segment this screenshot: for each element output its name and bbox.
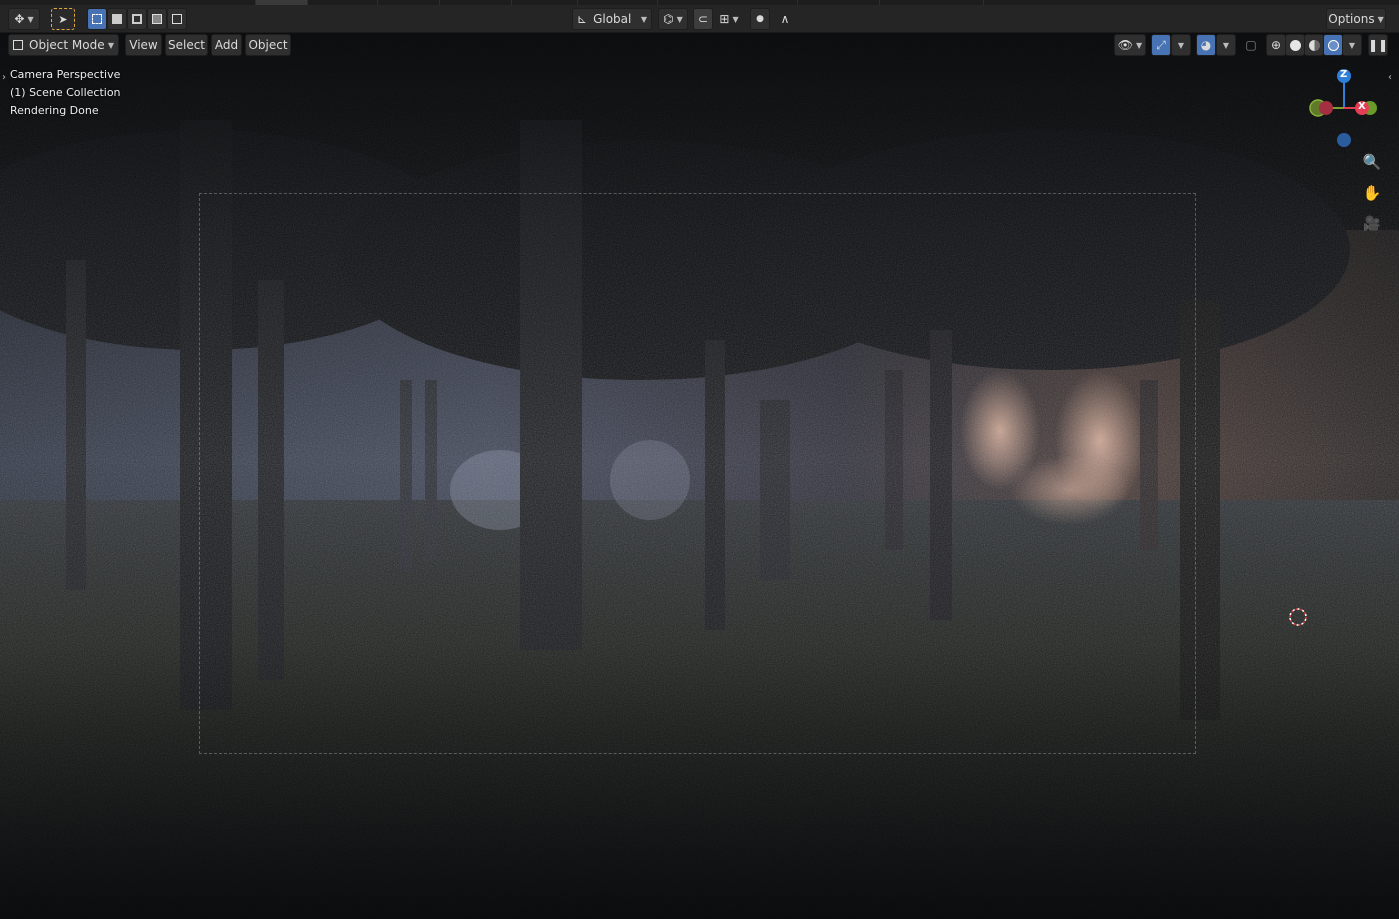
solid-shading-icon <box>1289 39 1301 51</box>
3d-viewport[interactable] <box>0 0 1399 919</box>
options-label: Options <box>1328 12 1375 26</box>
gizmo-dropdown[interactable]: ▼ <box>1171 34 1191 56</box>
material-shading-button[interactable] <box>1304 34 1324 56</box>
toolbar-expand-icon[interactable]: › <box>2 72 6 83</box>
orientation-axes-icon: ⊾ <box>577 12 588 26</box>
select-arrow-icon: ➤ <box>58 12 68 26</box>
view-name: Camera Perspective <box>10 68 121 81</box>
editor-type-dropdown[interactable]: ✥ ▼ <box>8 8 40 30</box>
gizmo-toggle[interactable]: ⤢ <box>1151 34 1171 56</box>
falloff-curve-icon: ∧ <box>780 12 790 26</box>
wireframe-shading-button[interactable]: ⊕ <box>1266 34 1286 56</box>
visibility-dropdown[interactable]: 👁 ▼ <box>1114 34 1146 56</box>
rendered-shading-icon <box>1327 39 1339 51</box>
select-subtract-button[interactable] <box>127 8 147 30</box>
editor-header: ✥ ▼ ➤ ⊾ Global ▼ ⌬ ▼ ⊂ ⊞ ▼ ● ∧ Options ▼ <box>0 0 1399 33</box>
rendered-shading-button[interactable] <box>1323 34 1343 56</box>
mode-dropdown[interactable]: Object Mode ▼ <box>8 34 119 56</box>
menu-select[interactable]: Select <box>165 34 208 56</box>
select-invert-icon <box>152 14 162 24</box>
proportional-edit-toggle[interactable]: ● <box>750 8 770 30</box>
transform-pivot-dropdown[interactable]: ⌬ ▼ <box>658 8 688 30</box>
select-new-button[interactable] <box>87 8 107 30</box>
select-box-icon <box>92 14 102 24</box>
select-invert-button[interactable] <box>147 8 167 30</box>
overlays-toggle[interactable]: ◕ <box>1196 34 1216 56</box>
pan-button[interactable]: ✋ <box>1360 181 1384 205</box>
camera-frame <box>199 193 1196 754</box>
snap-target-dropdown[interactable]: ⊞ ▼ <box>713 8 745 30</box>
menu-add[interactable]: Add <box>211 34 242 56</box>
xray-icon: ▢ <box>1245 38 1257 52</box>
pause-render-button[interactable]: ❚❚ <box>1368 34 1388 56</box>
transform-pivot-icon: ⌬ <box>663 12 674 26</box>
snap-icon: ⊂ <box>697 12 709 26</box>
select-intersect-button[interactable] <box>167 8 187 30</box>
object-mode-icon <box>13 40 23 50</box>
tweak-tool-button[interactable]: ➤ <box>51 8 75 30</box>
mode-label: Object Mode <box>29 38 105 52</box>
snap-increment-icon: ⊞ <box>719 12 730 26</box>
select-intersect-icon <box>172 14 182 24</box>
menu-view[interactable]: View <box>125 34 162 56</box>
select-extend-icon <box>112 14 122 24</box>
shading-dropdown[interactable]: ▼ <box>1342 34 1362 56</box>
select-extend-button[interactable] <box>107 8 127 30</box>
xray-toggle[interactable]: ▢ <box>1241 34 1261 56</box>
collection-name: (1) Scene Collection <box>10 86 121 99</box>
orientation-label: Global <box>593 12 632 26</box>
gizmo-z-label: Z <box>1340 69 1348 80</box>
3d-cursor-icon[interactable] <box>1288 607 1308 627</box>
camera-view-icon: 🎥 <box>1363 216 1381 232</box>
select-subtract-icon <box>132 14 142 24</box>
cursor-tool-icon: ✥ <box>14 12 25 26</box>
solid-shading-button[interactable] <box>1285 34 1305 56</box>
snap-toggle[interactable]: ⊂ <box>693 8 713 30</box>
viewport-info-overlay: Camera Perspective (1) Scene Collection … <box>10 66 121 120</box>
workspace-tabs-strip <box>0 0 1399 5</box>
viewport-header: Object Mode ▼ View Select Add Object 👁 ▼ … <box>0 33 1399 57</box>
pause-icon: ❚❚ <box>1367 38 1389 52</box>
proportional-edit-icon: ● <box>756 14 764 24</box>
menu-object[interactable]: Object <box>245 34 291 56</box>
overlays-icon: ◕ <box>1200 38 1212 52</box>
gizmo-x-label: X <box>1358 101 1366 112</box>
navigation-gizmo[interactable]: Z X <box>1300 64 1390 154</box>
proportional-falloff-dropdown[interactable]: ∧ <box>770 8 800 30</box>
material-shading-icon <box>1308 39 1320 51</box>
render-status: Rendering Done <box>10 104 99 117</box>
overlays-dropdown[interactable]: ▼ <box>1216 34 1236 56</box>
wireframe-shading-icon: ⊕ <box>1270 38 1282 52</box>
camera-view-button[interactable]: 🎥 <box>1360 212 1384 236</box>
zoom-button[interactable]: 🔍 <box>1360 150 1384 174</box>
gizmo-toggle-icon: ⤢ <box>1156 37 1166 52</box>
visibility-icon: 👁 <box>1117 38 1134 52</box>
transform-orientation-dropdown[interactable]: ⊾ Global ▼ <box>572 8 652 30</box>
zoom-icon: 🔍 <box>1362 153 1382 171</box>
pan-hand-icon: ✋ <box>1362 184 1382 202</box>
options-dropdown[interactable]: Options ▼ <box>1326 8 1386 30</box>
